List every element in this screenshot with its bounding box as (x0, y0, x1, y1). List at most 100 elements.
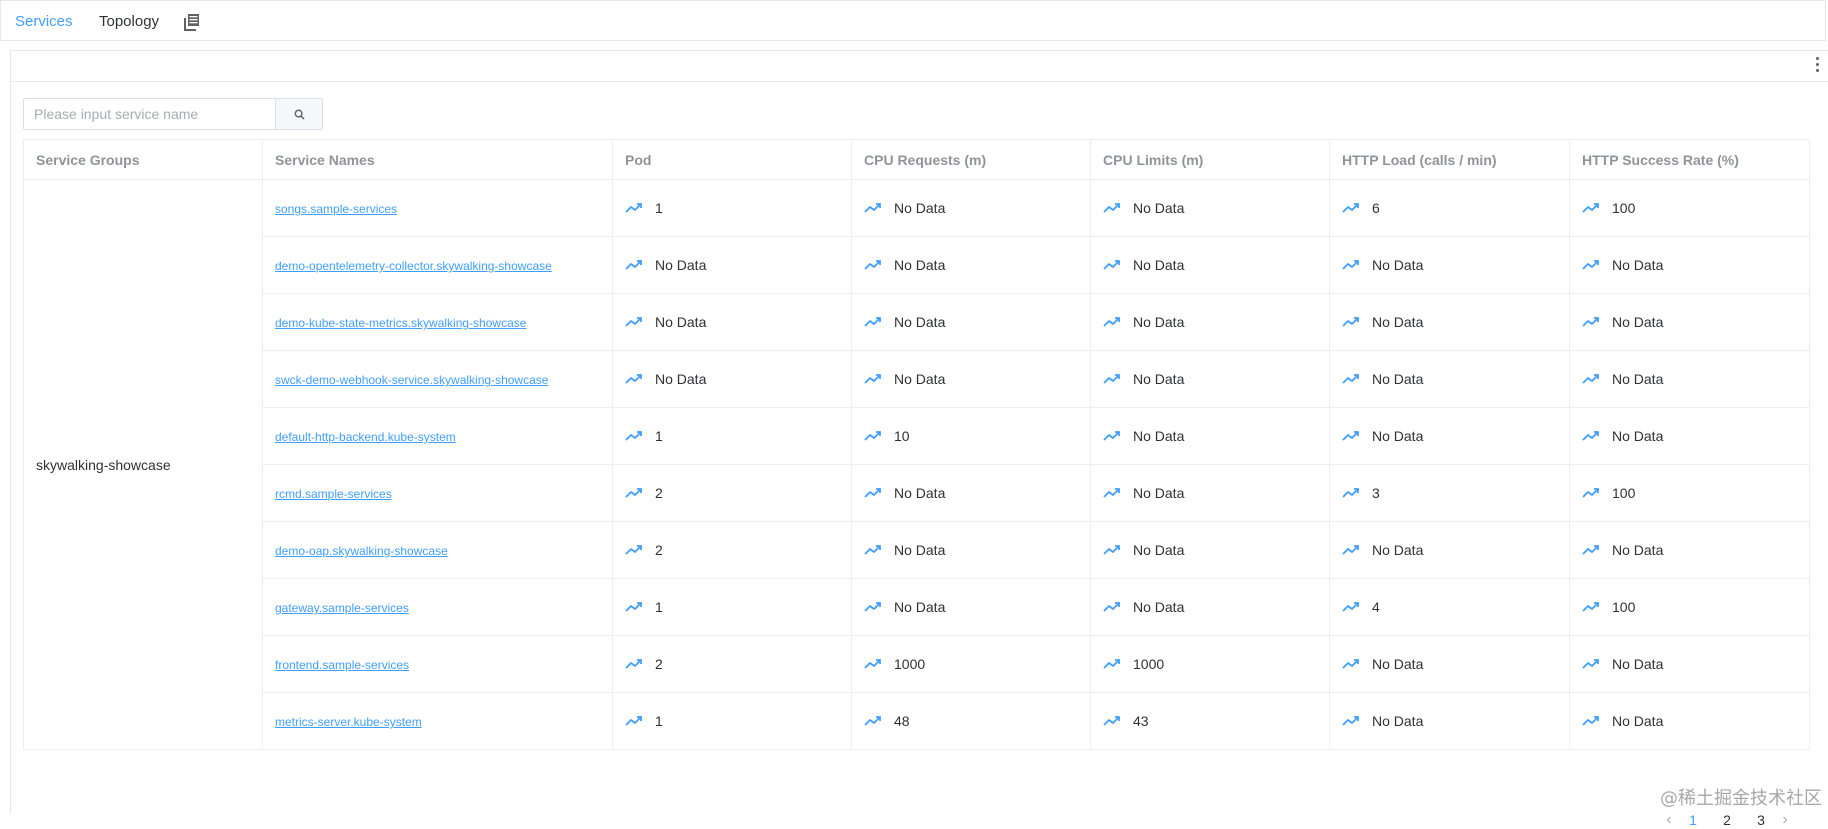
header-cpu-limits: CPU Limits (m) (1090, 139, 1330, 180)
service-name-link[interactable]: demo-oap.skywalking-showcase (275, 544, 448, 558)
search-input[interactable] (24, 99, 275, 129)
trend-line-icon[interactable] (864, 202, 882, 214)
trend-line-icon[interactable] (625, 316, 643, 328)
trend-line-icon[interactable] (1342, 316, 1360, 328)
trend-line-icon[interactable] (1342, 259, 1360, 271)
trend-line-icon[interactable] (1342, 373, 1360, 385)
search-button[interactable] (275, 99, 322, 129)
trend-line-icon[interactable] (625, 715, 643, 727)
cpu-limits-value: No Data (1133, 485, 1185, 501)
trend-line-icon[interactable] (1582, 487, 1600, 499)
cpu-limits-cell: 43 (1090, 692, 1330, 750)
trend-line-icon[interactable] (625, 259, 643, 271)
trend-line-icon[interactable] (864, 487, 882, 499)
pod-value: 1 (655, 713, 663, 729)
service-name-link[interactable]: frontend.sample-services (275, 658, 409, 672)
cpu-requests-cell: No Data (851, 293, 1091, 351)
cpu-requests-value: No Data (894, 314, 946, 330)
trend-line-icon[interactable] (1342, 487, 1360, 499)
cpu-limits-value: No Data (1133, 371, 1185, 387)
trend-line-icon[interactable] (1103, 544, 1121, 556)
page-3-button[interactable]: 3 (1744, 812, 1778, 828)
trend-line-icon[interactable] (1103, 373, 1121, 385)
trend-line-icon[interactable] (864, 373, 882, 385)
cpu-requests-value: No Data (894, 257, 946, 273)
trend-line-icon[interactable] (864, 259, 882, 271)
service-name-link[interactable]: demo-opentelemetry-collector.skywalking-… (275, 259, 552, 273)
service-name-cell: metrics-server.kube-system (262, 692, 613, 750)
service-name-link[interactable]: demo-kube-state-metrics.skywalking-showc… (275, 316, 526, 330)
tab-services[interactable]: Services (15, 13, 73, 30)
trend-line-icon[interactable] (1582, 430, 1600, 442)
trend-line-icon[interactable] (1582, 259, 1600, 271)
service-name-link[interactable]: default-http-backend.kube-system (275, 430, 456, 444)
trend-line-icon[interactable] (625, 373, 643, 385)
trend-line-icon[interactable] (625, 202, 643, 214)
service-name-link[interactable]: gateway.sample-services (275, 601, 409, 615)
trend-line-icon[interactable] (1103, 202, 1121, 214)
trend-line-icon[interactable] (625, 487, 643, 499)
trend-line-icon[interactable] (1342, 601, 1360, 613)
trend-line-icon[interactable] (1582, 601, 1600, 613)
trend-line-icon[interactable] (625, 658, 643, 670)
page-1-button[interactable]: 1 (1676, 812, 1710, 828)
trend-line-icon[interactable] (1342, 658, 1360, 670)
trend-line-icon[interactable] (1342, 544, 1360, 556)
trend-line-icon[interactable] (1342, 715, 1360, 727)
trend-line-icon[interactable] (864, 544, 882, 556)
http-load-value: No Data (1372, 428, 1424, 444)
http-load-value: 6 (1372, 200, 1380, 216)
trend-line-icon[interactable] (625, 601, 643, 613)
cpu-limits-cell: No Data (1090, 521, 1330, 579)
cpu-requests-value: No Data (894, 371, 946, 387)
trend-line-icon[interactable] (1342, 202, 1360, 214)
service-name-link[interactable]: swck-demo-webhook-service.skywalking-sho… (275, 373, 548, 387)
http-load-cell: No Data (1329, 293, 1570, 351)
page-2-button[interactable]: 2 (1710, 812, 1744, 828)
trend-line-icon[interactable] (1582, 316, 1600, 328)
trend-line-icon[interactable] (864, 658, 882, 670)
services-table: Service Groups Service Names Pod CPU Req… (23, 139, 1810, 750)
http-success-rate-value: No Data (1612, 656, 1664, 672)
trend-line-icon[interactable] (1103, 658, 1121, 670)
trend-line-icon[interactable] (1103, 430, 1121, 442)
trend-line-icon[interactable] (864, 715, 882, 727)
trend-line-icon[interactable] (864, 316, 882, 328)
cpu-requests-cell: No Data (851, 464, 1091, 522)
trend-line-icon[interactable] (625, 544, 643, 556)
http-success-rate-cell: No Data (1569, 521, 1810, 579)
table-row: demo-kube-state-metrics.skywalking-showc… (24, 293, 1810, 351)
more-vertical-icon[interactable] (1814, 57, 1820, 75)
service-name-cell: frontend.sample-services (262, 635, 613, 693)
cpu-limits-cell: No Data (1090, 464, 1330, 522)
service-name-link[interactable]: songs.sample-services (275, 202, 397, 216)
trend-line-icon[interactable] (1342, 430, 1360, 442)
http-success-rate-value: No Data (1612, 257, 1664, 273)
tab-topology[interactable]: Topology (99, 13, 159, 30)
trend-line-icon[interactable] (1103, 259, 1121, 271)
service-name-link[interactable]: rcmd.sample-services (275, 487, 392, 501)
trend-line-icon[interactable] (1103, 316, 1121, 328)
trend-line-icon[interactable] (1582, 202, 1600, 214)
trend-line-icon[interactable] (1582, 373, 1600, 385)
copy-icon[interactable] (183, 13, 201, 31)
trend-line-icon[interactable] (1582, 544, 1600, 556)
pod-cell: 2 (612, 521, 852, 579)
trend-line-icon[interactable] (864, 430, 882, 442)
service-name-link[interactable]: metrics-server.kube-system (275, 715, 422, 729)
http-load-value: 4 (1372, 599, 1380, 615)
cpu-limits-cell: No Data (1090, 179, 1330, 237)
watermark: @稀土掘金技术社区 (1660, 788, 1822, 809)
trend-line-icon[interactable] (625, 430, 643, 442)
table-row: rcmd.sample-services 2 No Data No Data 3 100 (24, 464, 1810, 522)
trend-line-icon[interactable] (1103, 487, 1121, 499)
http-success-rate-value: 100 (1612, 485, 1636, 501)
trend-line-icon[interactable] (1582, 715, 1600, 727)
trend-line-icon[interactable] (1103, 601, 1121, 613)
service-name-cell: demo-opentelemetry-collector.skywalking-… (262, 236, 613, 294)
trend-line-icon[interactable] (1582, 658, 1600, 670)
trend-line-icon[interactable] (1103, 715, 1121, 727)
trend-line-icon[interactable] (864, 601, 882, 613)
table-row: frontend.sample-services 2 1000 1000 No Data… (24, 635, 1810, 693)
cpu-requests-cell: No Data (851, 179, 1091, 237)
